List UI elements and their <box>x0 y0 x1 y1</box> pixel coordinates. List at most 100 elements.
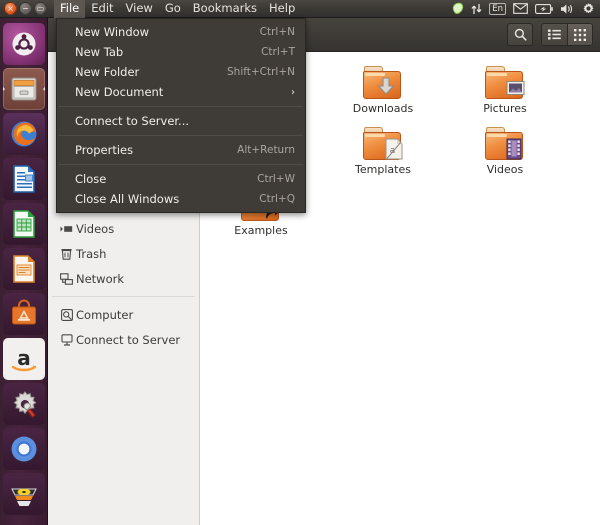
launcher-item-libreoffice-impress[interactable] <box>3 248 45 290</box>
sidebar-item-label: Network <box>76 272 124 286</box>
sidebar-item-label: Trash <box>76 247 106 261</box>
folder-downloads-icon <box>363 66 403 100</box>
menu-edit[interactable]: Edit <box>85 0 119 18</box>
sidebar-item-computer[interactable]: Computer <box>48 302 199 327</box>
menu-bar: File Edit View Go Bookmarks Help <box>54 0 301 18</box>
file-menu-popup[interactable]: New Window Ctrl+N New Tab Ctrl+T New Fol… <box>56 18 306 213</box>
close-icon: × <box>5 3 16 14</box>
keyboard-layout-label: En <box>489 3 506 15</box>
menu-item-accelerator: Shift+Ctrl+N <box>227 66 295 78</box>
menu-item-new-tab[interactable]: New Tab Ctrl+T <box>57 42 305 62</box>
launcher-item-libreoffice-calc[interactable] <box>3 203 45 245</box>
sidebar-item-label: Computer <box>76 308 133 322</box>
sidebar-item-label: Connect to Server <box>76 333 180 347</box>
launcher-item-ubuntu-software-center[interactable] <box>3 293 45 335</box>
sidebar-item-label: Videos <box>76 222 114 236</box>
indicator-tray: En <box>451 2 600 15</box>
folder-templates-icon: a <box>363 127 403 161</box>
launcher-item-files-nautilus[interactable] <box>3 68 45 110</box>
menu-item-label: Properties <box>75 143 133 157</box>
folder-pictures-icon <box>485 66 525 100</box>
file-item-videos[interactable]: Videos <box>444 127 566 188</box>
list-view-button[interactable] <box>541 23 567 46</box>
close-window-button[interactable]: × <box>4 2 17 15</box>
menu-item-accelerator: Ctrl+W <box>257 173 295 185</box>
messaging-icon[interactable] <box>513 3 528 14</box>
menu-go[interactable]: Go <box>159 0 187 18</box>
menu-item-properties[interactable]: Properties Alt+Return <box>57 140 305 160</box>
sidebar-separator <box>52 296 195 297</box>
menu-item-label: New Window <box>75 25 149 39</box>
menu-item-new-window[interactable]: New Window Ctrl+N <box>57 22 305 42</box>
menu-item-label: Connect to Server... <box>75 114 189 128</box>
list-view-icon <box>548 29 561 40</box>
launcher-item-amazon[interactable]: a <box>3 338 45 380</box>
sidebar-item-trash[interactable]: Trash <box>48 241 199 266</box>
file-item-label: Examples <box>234 224 287 237</box>
folder-videos-icon <box>485 127 525 161</box>
menu-separator <box>59 106 303 107</box>
svg-text:a: a <box>17 346 31 370</box>
launcher-item-firefox[interactable] <box>3 113 45 155</box>
sidebar-item-connect-to-server[interactable]: Connect to Server <box>48 327 199 352</box>
menu-item-label: Close <box>75 172 106 186</box>
launcher-item-system-settings[interactable] <box>3 383 45 425</box>
menu-item-label: Close All Windows <box>75 192 179 206</box>
file-item-label: Videos <box>487 163 524 176</box>
file-item-label: Pictures <box>483 102 527 115</box>
menu-item-new-document[interactable]: New Document › <box>57 82 305 102</box>
menu-file[interactable]: File <box>54 0 85 18</box>
menu-item-connect-to-server[interactable]: Connect to Server... <box>57 111 305 131</box>
desktop-screen: × − ▭ File Edit View Go Bookmarks Help E… <box>0 0 600 525</box>
grid-view-icon <box>574 29 586 41</box>
trash-icon <box>57 248 76 260</box>
menu-item-accelerator: Alt+Return <box>237 144 295 156</box>
computer-icon <box>57 309 76 321</box>
connect-server-icon <box>57 334 76 346</box>
minimize-icon: − <box>20 3 31 14</box>
file-item-pictures[interactable]: Pictures <box>444 66 566 127</box>
menu-item-new-folder[interactable]: New Folder Shift+Ctrl+N <box>57 62 305 82</box>
network-icon[interactable] <box>471 3 482 15</box>
unity-launcher: a <box>0 18 48 525</box>
menu-view[interactable]: View <box>120 0 159 18</box>
maximize-window-button[interactable]: ▭ <box>34 2 47 15</box>
network-icon <box>57 273 76 285</box>
file-item-templates[interactable]: a Templates <box>322 127 444 188</box>
top-panel: × − ▭ File Edit View Go Bookmarks Help E… <box>0 0 600 18</box>
file-item-label: Templates <box>355 163 411 176</box>
menu-item-accelerator: Ctrl+Q <box>259 193 295 205</box>
menu-item-accelerator: Ctrl+N <box>260 26 295 38</box>
file-item-downloads[interactable]: Downloads <box>322 66 444 127</box>
menu-item-close-all-windows[interactable]: Close All Windows Ctrl+Q <box>57 189 305 209</box>
menu-item-accelerator: Ctrl+T <box>261 46 295 58</box>
window-controls: × − ▭ <box>0 2 47 15</box>
system-settings-icon[interactable] <box>582 2 595 15</box>
launcher-item-chromium[interactable] <box>3 428 45 470</box>
launcher-item-dash-home[interactable] <box>3 23 45 65</box>
sidebar-item-videos[interactable]: Videos <box>48 216 199 241</box>
menu-separator <box>59 135 303 136</box>
launcher-item-workspace-switcher[interactable] <box>3 473 45 515</box>
menu-bookmarks[interactable]: Bookmarks <box>187 0 263 18</box>
menu-item-close[interactable]: Close Ctrl+W <box>57 169 305 189</box>
minimize-window-button[interactable]: − <box>19 2 32 15</box>
ubuntu-one-icon[interactable] <box>451 2 464 15</box>
battery-icon[interactable] <box>535 4 553 14</box>
launcher-item-libreoffice-writer[interactable] <box>3 158 45 200</box>
view-mode-group <box>541 23 593 46</box>
search-button[interactable] <box>507 23 533 46</box>
volume-icon[interactable] <box>560 3 575 15</box>
grid-view-button[interactable] <box>567 23 593 46</box>
file-item-label: Downloads <box>353 102 413 115</box>
keyboard-layout-indicator[interactable]: En <box>489 3 506 15</box>
sidebar-item-network[interactable]: Network <box>48 266 199 291</box>
menu-item-label: New Document <box>75 85 163 99</box>
menu-item-label: New Folder <box>75 65 139 79</box>
menu-separator <box>59 164 303 165</box>
video-icon <box>57 224 76 234</box>
maximize-icon: ▭ <box>35 3 46 14</box>
menu-item-label: New Tab <box>75 45 123 59</box>
search-icon <box>514 28 527 41</box>
menu-help[interactable]: Help <box>263 0 301 18</box>
